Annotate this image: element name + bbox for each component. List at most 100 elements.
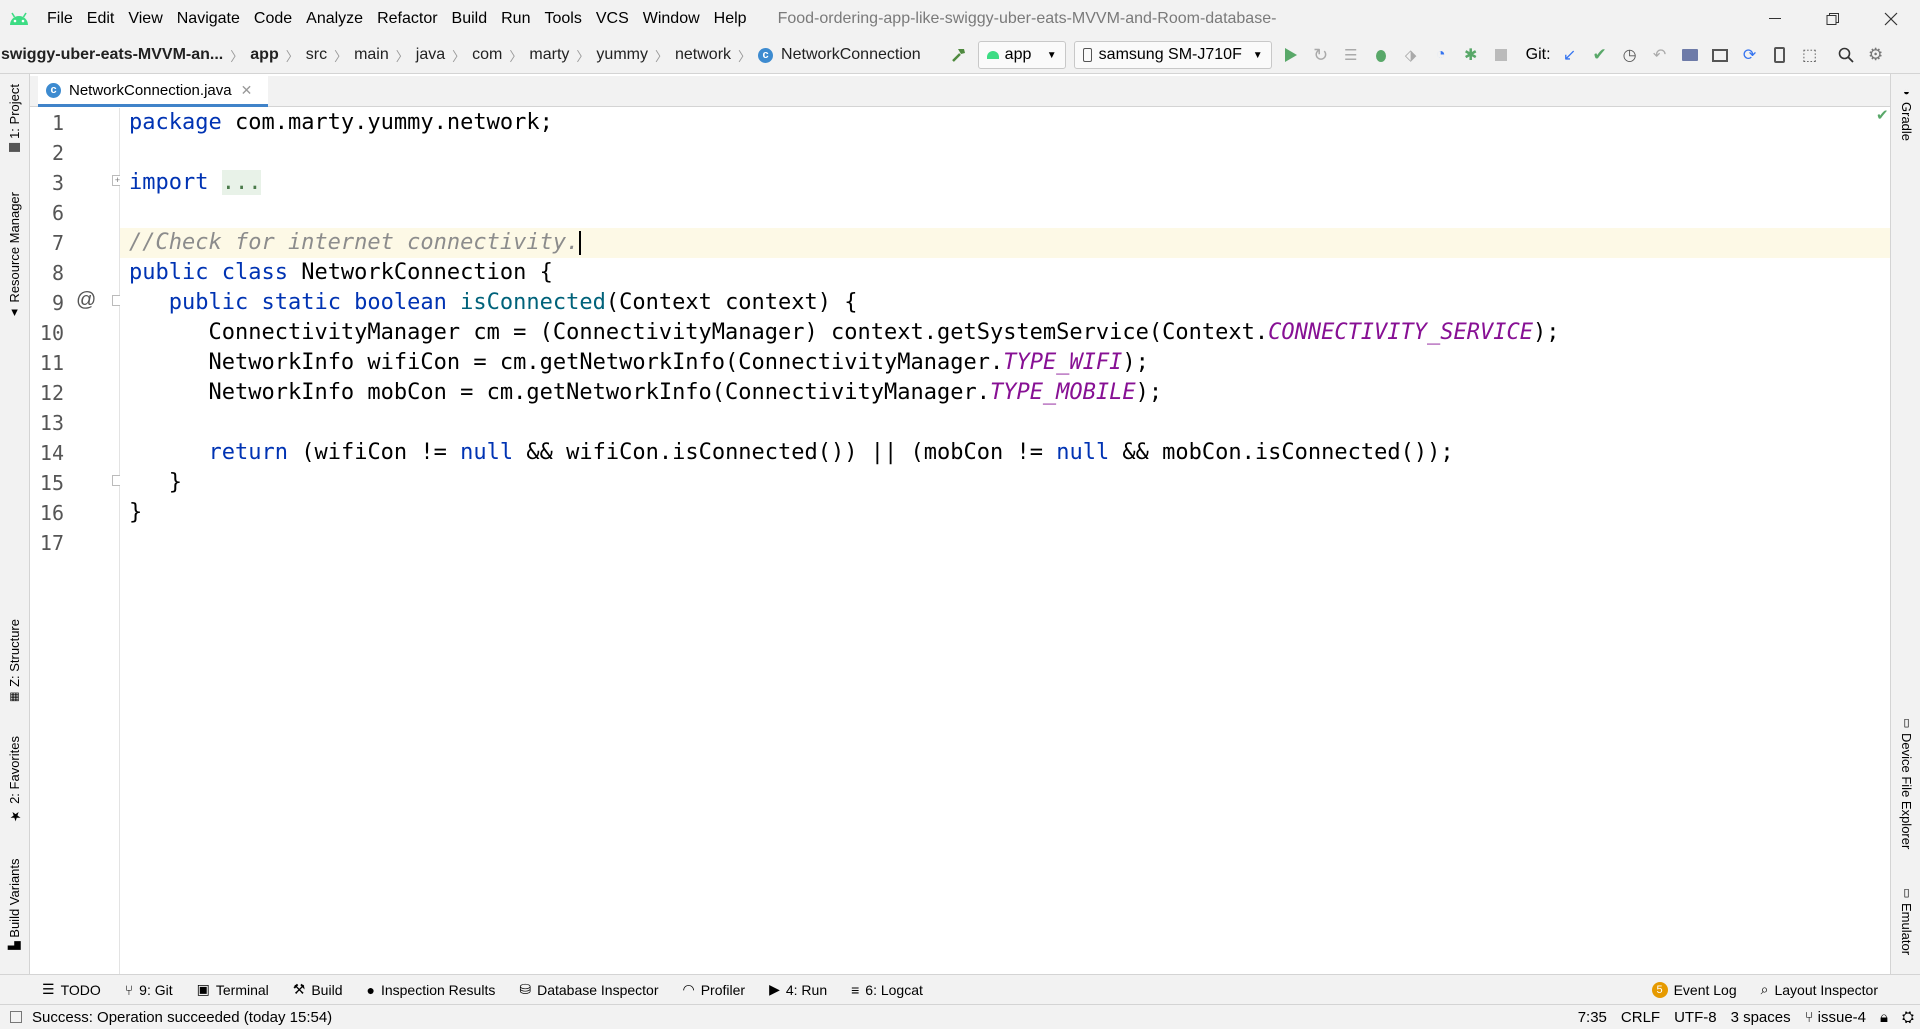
layout-inspector-label: Layout Inspector <box>1774 981 1878 998</box>
breadcrumb-yummy[interactable]: yummy <box>595 46 649 64</box>
menu-edit[interactable]: Edit <box>80 0 122 37</box>
structure-tool-label: Z: Structure <box>7 619 22 687</box>
sdk-manager-button[interactable] <box>1705 40 1735 70</box>
status-panel-icon[interactable] <box>10 1011 22 1023</box>
menu-help[interactable]: Help <box>707 0 754 37</box>
restore-button[interactable] <box>1804 0 1862 37</box>
breadcrumb-java[interactable]: java <box>415 46 446 64</box>
memory-indicator-icon[interactable]: ⛭ <box>1902 1009 1914 1026</box>
code-line: } <box>129 500 143 525</box>
database-inspector-label: Database Inspector <box>537 981 659 998</box>
menu-build[interactable]: Build <box>445 0 495 37</box>
caret-position[interactable]: 7:35 <box>1578 1009 1607 1026</box>
stop-button[interactable] <box>1486 40 1516 70</box>
project-structure-button[interactable] <box>1675 40 1705 70</box>
line-number: 11 <box>39 351 64 375</box>
terminal-tab-label: Terminal <box>215 981 269 998</box>
inspection-ok-icon[interactable]: ✔ <box>1876 106 1889 124</box>
emulator-tool-tab[interactable]: ▯ Emulator <box>1899 886 1914 955</box>
menu-analyze[interactable]: Analyze <box>299 0 370 37</box>
status-message[interactable]: Success: Operation succeeded (today 15:5… <box>32 1009 332 1026</box>
menu-tools[interactable]: Tools <box>537 0 588 37</box>
terminal-tab[interactable]: ▣ Terminal <box>185 975 281 1005</box>
arrow-down-left-icon: ↙ <box>1562 47 1577 64</box>
menu-navigate[interactable]: Navigate <box>170 0 247 37</box>
git-branch[interactable]: ⑂ issue-4 <box>1805 1009 1866 1026</box>
menu-view[interactable]: View <box>121 0 169 37</box>
breadcrumb-module[interactable]: app <box>249 46 279 64</box>
breadcrumb-src[interactable]: src <box>305 46 328 64</box>
menu-run[interactable]: Run <box>494 0 537 37</box>
gauge-icon: ◔ <box>1435 46 1446 63</box>
database-inspector-tab[interactable]: ⛁ Database Inspector <box>507 975 670 1005</box>
menu-window[interactable]: Window <box>636 0 707 37</box>
coverage-button[interactable]: ✱ <box>1456 40 1486 70</box>
undo-icon: ↶ <box>1652 47 1667 64</box>
lock-icon[interactable]: 🔒︎ <box>1880 1009 1888 1026</box>
git-rollback-button[interactable]: ↶ <box>1645 40 1675 70</box>
breadcrumb-main[interactable]: main <box>353 46 390 64</box>
debug-button[interactable] <box>1366 40 1396 70</box>
structure-tool-tab[interactable]: ▦ Z: Structure <box>7 619 22 704</box>
run-tab[interactable]: ▶ 4: Run <box>757 975 839 1005</box>
implementation-marker-icon[interactable]: @ <box>76 289 96 312</box>
close-tab-icon[interactable]: ✕ <box>241 82 253 99</box>
code-line: public static boolean isConnected(Contex… <box>168 290 858 315</box>
device-select[interactable]: samsung SM-J710F ▼ <box>1073 41 1272 69</box>
breadcrumb-class[interactable]: c NetworkConnection <box>757 46 922 64</box>
gradle-tool-tab[interactable]: ◒ Gradle <box>1899 86 1914 141</box>
profile-button[interactable]: ◔ <box>1426 40 1456 70</box>
git-update-button[interactable]: ↙ <box>1555 40 1585 70</box>
minimize-button[interactable] <box>1746 0 1804 37</box>
resource-button[interactable]: ⬚ <box>1795 40 1825 70</box>
status-right: 7:35 CRLF UTF-8 3 spaces ⑂ issue-4 🔒︎ ⛭ <box>1578 1005 1920 1030</box>
build-variants-tab[interactable]: ▙ Build Variants <box>7 858 22 950</box>
resource-manager-tab[interactable]: ▲ Resource Manager <box>7 192 22 319</box>
sync-gradle-button[interactable]: ⟳ <box>1735 40 1765 70</box>
favorites-tool-tab[interactable]: ★ 2: Favorites <box>7 736 22 823</box>
profiler-tab[interactable]: ◠ Profiler <box>671 975 758 1005</box>
inspection-results-tab[interactable]: ● Inspection Results <box>354 975 507 1005</box>
run-button[interactable] <box>1276 40 1306 70</box>
indent-setting[interactable]: 3 spaces <box>1731 1009 1791 1026</box>
menu-file[interactable]: File <box>40 0 80 37</box>
logcat-tab[interactable]: ≡ 6: Logcat <box>839 975 935 1005</box>
menu-code[interactable]: Code <box>247 0 299 37</box>
menu-refactor[interactable]: Refactor <box>370 0 444 37</box>
editor-tab[interactable]: c NetworkConnection.java ✕ <box>38 76 268 107</box>
layout-inspector-tab[interactable]: ⌕ Layout Inspector <box>1749 975 1890 1005</box>
attach-debugger-button[interactable]: ⬗ <box>1396 40 1426 70</box>
code-line: NetworkInfo mobCon = cm.getNetworkInfo(C… <box>208 380 1163 405</box>
breadcrumb-network[interactable]: network <box>674 46 732 64</box>
project-tool-tab[interactable]: 1: Project <box>7 84 22 152</box>
breadcrumb-marty[interactable]: marty <box>528 46 570 64</box>
git-history-button[interactable]: ◷ <box>1615 40 1645 70</box>
apply-code-changes-button[interactable]: ☰ <box>1336 40 1366 70</box>
settings-button[interactable]: ⚙ <box>1861 40 1891 70</box>
run-config-select[interactable]: app ▼ <box>977 41 1066 69</box>
code-editor[interactable]: package com.marty.yummy.network; import … <box>120 108 1890 974</box>
git-tab-label: 9: Git <box>139 981 173 998</box>
breadcrumb-com[interactable]: com <box>471 46 503 64</box>
file-encoding[interactable]: UTF-8 <box>1674 1009 1717 1026</box>
event-log-tab[interactable]: 5 Event Log <box>1640 975 1749 1005</box>
build-tab-label: Build <box>311 981 343 998</box>
chevron-right-icon: 〉 <box>654 48 668 64</box>
line-separator[interactable]: CRLF <box>1621 1009 1660 1026</box>
make-project-button[interactable] <box>944 40 974 70</box>
todo-tab[interactable]: ☰ TODO <box>30 975 113 1005</box>
device-file-explorer-tab[interactable]: ▯ Device File Explorer <box>1899 716 1914 849</box>
folded-imports[interactable]: ... <box>221 170 262 195</box>
git-tab[interactable]: ⑂ 9: Git <box>113 975 185 1005</box>
git-commit-button[interactable]: ✔ <box>1585 40 1615 70</box>
line-number: 12 <box>39 381 64 405</box>
star-icon: ★ <box>7 807 22 823</box>
breadcrumb-project[interactable]: swiggy-uber-eats-MVVM-an... <box>0 46 224 64</box>
close-button[interactable] <box>1862 0 1920 37</box>
menu-vcs[interactable]: VCS <box>589 0 636 37</box>
avd-manager-button[interactable] <box>1765 40 1795 70</box>
search-button[interactable] <box>1831 40 1861 70</box>
apply-changes-button[interactable]: ↻ <box>1306 40 1336 70</box>
build-tab[interactable]: ⚒ Build <box>281 975 355 1005</box>
